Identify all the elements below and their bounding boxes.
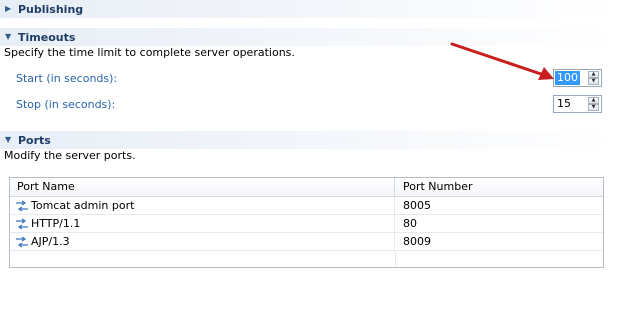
table-row[interactable]: HTTP/1.1 80 xyxy=(10,215,603,233)
section-title-timeouts: Timeouts xyxy=(18,30,76,44)
collapse-triangle-icon[interactable]: ▼ xyxy=(5,32,15,42)
table-row[interactable]: AJP/1.3 8009 xyxy=(10,233,603,251)
ports-table-header: Port Name Port Number xyxy=(10,178,603,197)
timeouts-description: Specify the time limit to complete serve… xyxy=(4,46,295,59)
port-name-cell: AJP/1.3 xyxy=(10,233,395,250)
section-title-ports: Ports xyxy=(18,133,51,147)
stop-timeout-input[interactable]: 15 xyxy=(555,97,573,111)
start-timeout-label: Start (in seconds): xyxy=(16,72,118,85)
stop-timeout-label: Stop (in seconds): xyxy=(16,98,116,111)
ports-table: Port Name Port Number Tomcat admin port … xyxy=(9,177,604,268)
column-divider xyxy=(395,250,396,267)
section-header-ports[interactable]: ▼ Ports xyxy=(0,131,618,149)
collapse-triangle-icon[interactable]: ▼ xyxy=(5,135,15,145)
port-name-cell: Tomcat admin port xyxy=(10,197,395,214)
section-header-publishing[interactable]: ▶ Publishing xyxy=(0,0,618,18)
red-arrow-annotation-icon xyxy=(450,42,554,80)
port-icon xyxy=(16,235,28,248)
spinner-down-button[interactable]: ▼ xyxy=(588,104,599,111)
port-name: AJP/1.3 xyxy=(31,235,70,248)
ports-description: Modify the server ports. xyxy=(4,149,136,162)
port-number[interactable]: 80 xyxy=(395,215,603,232)
port-name: Tomcat admin port xyxy=(31,199,135,212)
spinner-up-button[interactable]: ▲ xyxy=(588,71,599,78)
port-icon xyxy=(16,217,28,230)
port-number[interactable]: 8009 xyxy=(395,233,603,250)
port-name: HTTP/1.1 xyxy=(31,217,81,230)
stop-timeout-spinner[interactable]: 15 ▲ ▼ xyxy=(553,95,602,113)
spinner-down-button[interactable]: ▼ xyxy=(588,78,599,85)
table-row[interactable]: Tomcat admin port 8005 xyxy=(10,197,603,215)
port-number[interactable]: 8005 xyxy=(395,197,603,214)
section-title-publishing: Publishing xyxy=(18,2,84,16)
column-header-port-name[interactable]: Port Name xyxy=(10,178,395,196)
port-icon xyxy=(16,199,28,212)
port-name-cell: HTTP/1.1 xyxy=(10,215,395,232)
column-header-port-number[interactable]: Port Number xyxy=(395,178,603,196)
expand-triangle-icon[interactable]: ▶ xyxy=(5,4,15,14)
spinner-up-button[interactable]: ▲ xyxy=(588,97,599,104)
